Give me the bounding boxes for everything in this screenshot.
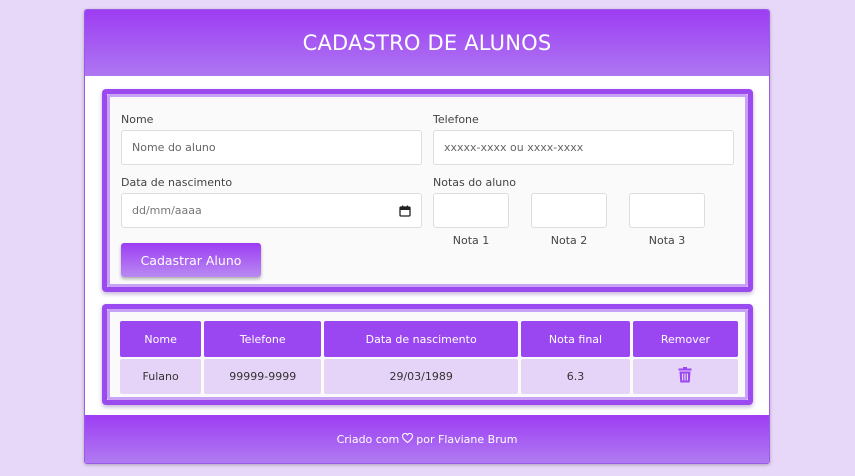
cell-name: Fulano	[120, 359, 202, 394]
grade-1-input[interactable]	[433, 193, 509, 228]
header: CADASTRO DE ALUNOS	[85, 10, 769, 76]
header-remove: Remover	[632, 321, 738, 357]
cell-birthdate: 29/03/1989	[324, 359, 519, 394]
table-row: Fulano 99999-9999 29/03/1989 6.3	[120, 359, 738, 394]
students-table: Nome Telefone Data de nascimento Nota fi…	[117, 319, 741, 396]
phone-label: Telefone	[433, 113, 479, 126]
birthdate-input[interactable]: dd/mm/aaaa	[121, 193, 422, 228]
grade-3-label: Nota 3	[648, 234, 686, 247]
birthdate-label: Data de nascimento	[121, 176, 233, 189]
grades-label: Notas do aluno	[433, 176, 516, 189]
cell-final-grade: 6.3	[521, 359, 630, 394]
header-birthdate: Data de nascimento	[324, 321, 519, 357]
app-container: CADASTRO DE ALUNOS Nome Telefone Data de…	[84, 9, 770, 464]
grade-2-label: Nota 2	[550, 234, 588, 247]
footer-suffix: por Flaviane Brum	[416, 432, 518, 446]
phone-input[interactable]	[433, 130, 734, 165]
calendar-icon[interactable]	[399, 205, 411, 217]
grade-2-input[interactable]	[531, 193, 607, 228]
registration-form: Nome Telefone Data de nascimento dd/mm/a…	[102, 89, 753, 292]
cell-phone: 99999-9999	[204, 359, 322, 394]
header-final-grade: Nota final	[521, 321, 630, 357]
register-student-button[interactable]: Cadastrar Aluno	[121, 243, 261, 277]
heart-icon	[402, 432, 414, 446]
page-title: CADASTRO DE ALUNOS	[302, 31, 552, 55]
footer: Criado com por Flaviane Brum	[85, 415, 769, 463]
grade-3-input[interactable]	[629, 193, 705, 228]
footer-prefix: Criado com	[336, 432, 400, 446]
birthdate-placeholder: dd/mm/aaaa	[132, 204, 202, 217]
table-header-row: Nome Telefone Data de nascimento Nota fi…	[120, 321, 738, 357]
grade-1-label: Nota 1	[452, 234, 490, 247]
cell-remove	[632, 359, 738, 394]
trash-icon[interactable]	[678, 367, 692, 386]
header-name: Nome	[120, 321, 202, 357]
header-phone: Telefone	[204, 321, 322, 357]
name-label: Nome	[121, 113, 154, 126]
students-table-panel: Nome Telefone Data de nascimento Nota fi…	[102, 304, 753, 405]
name-input[interactable]	[121, 130, 422, 165]
